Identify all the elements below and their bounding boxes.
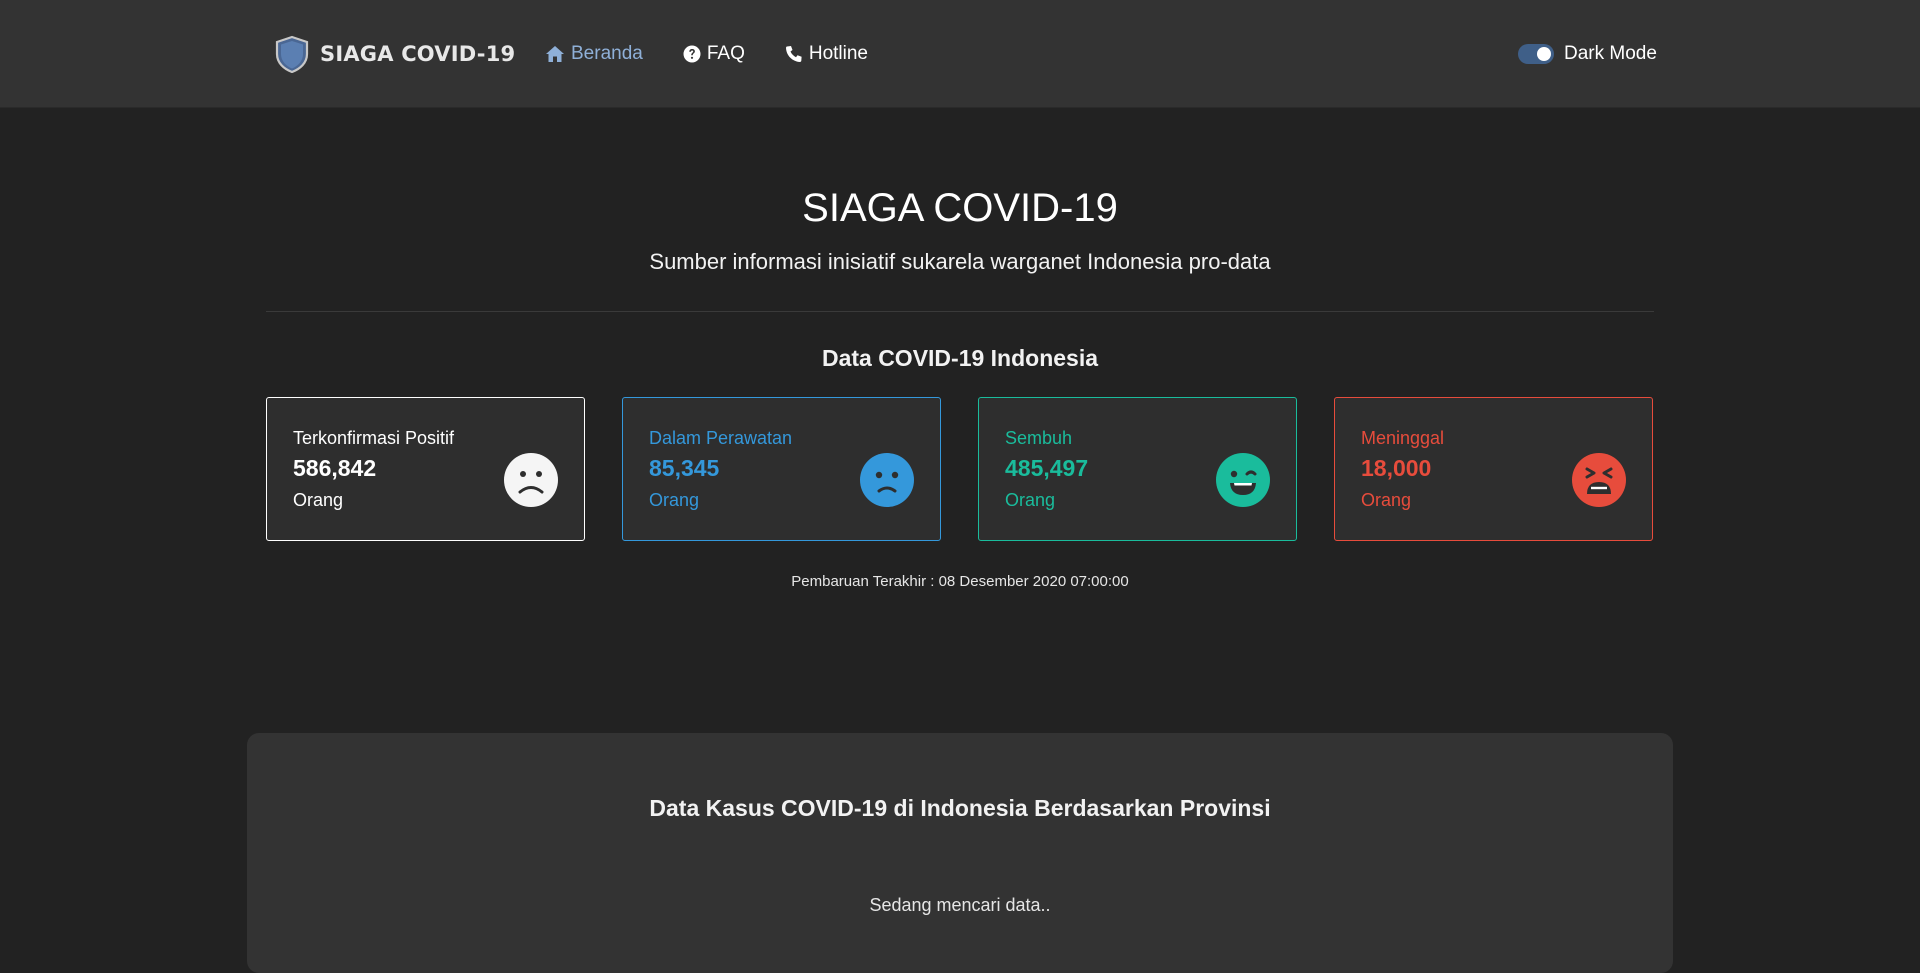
nav-link-label: Hotline: [808, 43, 869, 64]
nav-link-beranda[interactable]: Beranda: [545, 43, 643, 65]
card-label: Dalam Perawatan: [649, 428, 793, 448]
nav-link-label: FAQ: [706, 43, 745, 64]
brand-name: SIAGA COVID-19: [320, 42, 516, 66]
card-label: Meninggal: [1361, 428, 1445, 448]
card-unit: Orang: [293, 490, 344, 510]
card-sembuh: Sembuh 485,497 Orang: [978, 397, 1297, 541]
home-icon: [546, 46, 564, 62]
card-unit: Orang: [1361, 490, 1412, 510]
card-value: 18,000: [1361, 455, 1432, 481]
card-value: 586,842: [293, 455, 377, 481]
navbar: SIAGA COVID-19 Beranda FAQ Hotline Dark …: [0, 0, 1920, 108]
nav-links: Beranda FAQ Hotline: [545, 40, 908, 68]
province-title: Data Kasus COVID-19 di Indonesia Berdasa…: [649, 795, 1271, 821]
card-value: 485,497: [1005, 455, 1089, 481]
loading-text: Sedang mencari data..: [869, 895, 1051, 915]
stats-cards: Terkonfirmasi Positif 586,842 Orang Dala…: [266, 397, 1654, 541]
dark-mode-label: Dark Mode: [1564, 43, 1657, 64]
last-updated: Pembaruan Terakhir : 08 Desember 2020 07…: [791, 573, 1129, 590]
card-label: Sembuh: [1005, 428, 1073, 448]
question-circle-icon: [683, 45, 701, 63]
frown-face-icon: [504, 453, 558, 507]
wink-face-icon: [1216, 453, 1270, 507]
card-meninggal: Meninggal 18,000 Orang: [1334, 397, 1653, 541]
sad-face-icon: [860, 453, 914, 507]
shield-logo-icon: [275, 35, 309, 73]
card-perawatan: Dalam Perawatan 85,345 Orang: [622, 397, 941, 541]
stats-title: Data COVID-19 Indonesia: [821, 345, 1099, 371]
nav-link-label: Beranda: [571, 43, 643, 64]
tired-face-icon: [1572, 453, 1626, 507]
card-unit: Orang: [649, 490, 700, 510]
toggle-knob: [1537, 47, 1551, 61]
nav-link-hotline[interactable]: Hotline: [785, 43, 868, 65]
card-positif: Terkonfirmasi Positif 586,842 Orang: [266, 397, 585, 541]
province-panel: Data Kasus COVID-19 di Indonesia Berdasa…: [247, 733, 1673, 973]
dark-mode-toggle[interactable]: Dark Mode: [1518, 41, 1657, 67]
page-subtitle: Sumber informasi inisiatif sukarela warg…: [649, 249, 1271, 274]
brand-link[interactable]: SIAGA COVID-19: [274, 34, 515, 74]
toggle-switch[interactable]: [1518, 44, 1554, 64]
page-title: SIAGA COVID-19: [802, 186, 1118, 230]
nav-link-faq[interactable]: FAQ: [683, 43, 745, 65]
phone-icon: [785, 46, 802, 62]
card-label: Terkonfirmasi Positif: [293, 428, 455, 448]
divider: [266, 311, 1654, 312]
card-value: 85,345: [649, 455, 720, 481]
card-unit: Orang: [1005, 490, 1056, 510]
